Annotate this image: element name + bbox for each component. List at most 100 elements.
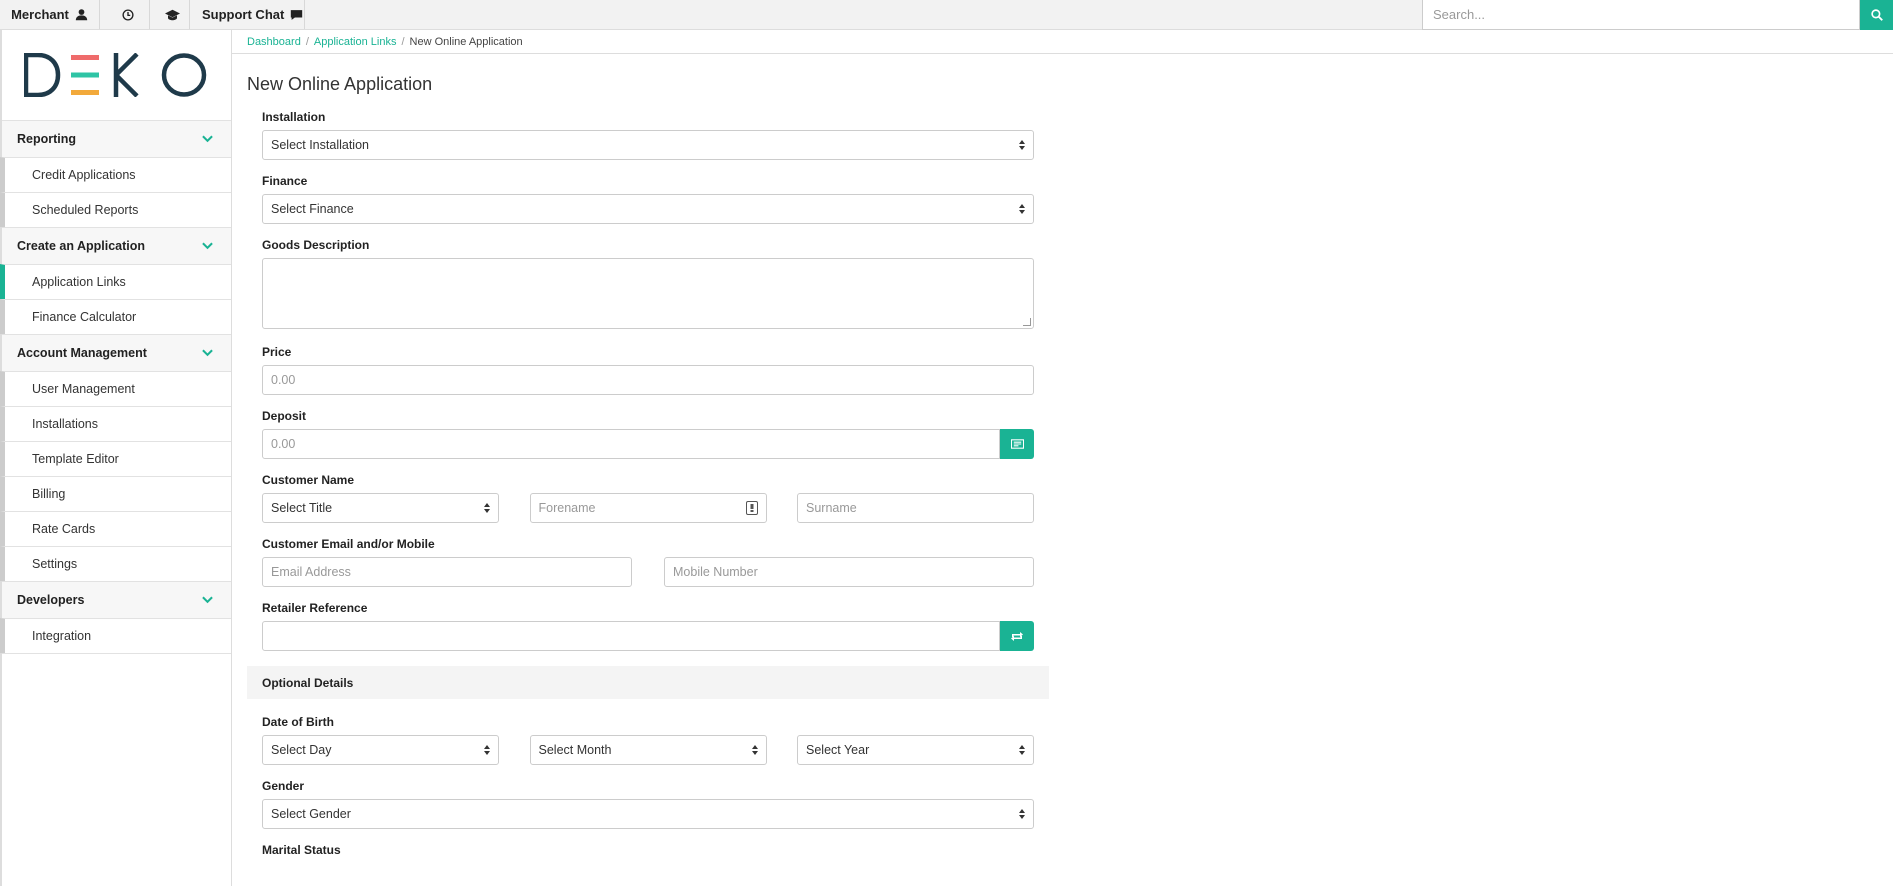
sidebar-item-credit-applications[interactable]: Credit Applications [0,157,231,192]
history-button[interactable] [100,0,150,29]
title-select-value: Select Title [271,501,333,515]
select-arrows-icon [1019,204,1025,214]
sidebar-item-finance-calculator[interactable]: Finance Calculator [0,299,231,334]
sidebar-item-user-management[interactable]: User Management [0,371,231,406]
search-button[interactable] [1860,0,1893,30]
user-icon [75,9,88,21]
chevron-down-icon [202,242,213,250]
price-placeholder: 0.00 [271,373,296,387]
price-label: Price [262,345,292,359]
sidebar-item-label: User Management [32,382,135,396]
title-select[interactable]: Select Title [262,493,499,523]
sidebar-section-developers[interactable]: Developers [2,581,231,618]
dob-month-select[interactable]: Select Month [529,735,767,765]
sidebar-item-label: Rate Cards [32,522,96,536]
select-arrows-icon [1019,140,1025,150]
sidebar-section-label: Reporting [17,132,77,146]
select-arrows-icon [1019,809,1025,819]
support-chat-button[interactable]: Support Chat [190,0,305,29]
sidebar-section-create-application[interactable]: Create an Application [2,227,231,264]
optional-details-header: Optional Details [247,666,1049,699]
chevron-down-icon [202,135,213,143]
breadcrumb-application-links[interactable]: Application Links [314,36,397,48]
goods-description-textarea[interactable] [262,258,1034,329]
deposit-label: Deposit [262,409,307,423]
sidebar-item-installations[interactable]: Installations [0,406,231,441]
select-arrows-icon [484,503,490,513]
dob-label: Date of Birth [262,715,334,729]
deposit-input[interactable]: 0.00 [262,429,1000,459]
search-icon [1870,9,1883,21]
page-title: New Online Application [247,74,433,94]
surname-input[interactable]: Surname [797,493,1034,523]
mobile-placeholder: Mobile Number [673,565,758,579]
mobile-input[interactable]: Mobile Number [664,557,1034,587]
sidebar-item-billing[interactable]: Billing [0,476,231,511]
forename-placeholder: Forename [538,501,596,515]
finance-select[interactable]: Select Finance [262,194,1034,224]
sidebar-item-label: Application Links [32,275,126,289]
select-arrows-icon [484,745,490,755]
installation-select[interactable]: Select Installation [262,130,1034,160]
customer-name-label: Customer Name [262,473,355,487]
generate-reference-button[interactable] [1000,621,1034,651]
chat-icon [291,9,303,20]
graduation-cap-icon [165,9,180,20]
deko-logo[interactable] [2,30,231,120]
retailer-reference-label: Retailer Reference [262,601,368,615]
retailer-reference-input[interactable] [262,621,1000,651]
dob-year-value: Select Year [806,743,870,757]
installation-select-value: Select Installation [271,138,369,152]
gender-select-value: Select Gender [271,807,351,821]
sidebar-item-label: Billing [32,487,66,501]
history-icon [121,8,134,21]
price-input[interactable]: 0.00 [262,365,1034,395]
select-arrows-icon [1019,745,1025,755]
sidebar-item-scheduled-reports[interactable]: Scheduled Reports [0,192,231,227]
sidebar-item-rate-cards[interactable]: Rate Cards [0,511,231,546]
top-bar: Merchant Support Chat [0,0,1893,30]
sidebar-item-template-editor[interactable]: Template Editor [0,441,231,476]
sidebar-item-label: Settings [32,557,78,571]
sidebar-item-label: Template Editor [32,452,119,466]
sidebar-item-label: Integration [32,629,92,643]
deposit-calculator-button[interactable] [1000,429,1034,459]
sidebar-item-settings[interactable]: Settings [0,546,231,581]
select-arrows-icon [751,745,758,755]
training-button[interactable] [150,0,190,29]
sidebar-section-reporting[interactable]: Reporting [2,120,231,157]
breadcrumb-dashboard[interactable]: Dashboard [247,36,301,48]
breadcrumb-separator: / [305,35,309,48]
sidebar-item-label: Finance Calculator [32,310,137,324]
refresh-icon [1011,631,1023,641]
contact-card-icon [745,501,758,515]
finance-select-value: Select Finance [271,202,354,216]
dob-day-select[interactable]: Select Day [262,735,499,765]
dob-year-select[interactable]: Select Year [797,735,1034,765]
sidebar-item-application-links[interactable]: Application Links [0,264,231,299]
forename-input[interactable]: Forename [529,493,767,523]
deko-logo-mark [24,53,207,97]
sidebar-item-label: Credit Applications [32,168,136,182]
sidebar: Reporting Credit Applications Scheduled … [0,30,232,886]
merchant-label: Merchant [11,7,69,22]
gender-select[interactable]: Select Gender [262,799,1034,829]
breadcrumb-separator: / [401,35,405,48]
email-input[interactable]: Email Address [262,557,632,587]
sidebar-item-label: Scheduled Reports [32,203,139,217]
sidebar-item-integration[interactable]: Integration [0,618,231,653]
sidebar-section-label: Developers [17,593,85,607]
merchant-menu[interactable]: Merchant [0,0,100,29]
search-input[interactable] [1422,0,1860,30]
chevron-down-icon [202,596,213,604]
support-chat-label: Support Chat [202,7,285,22]
goods-description-label: Goods Description [262,238,370,252]
breadcrumb-current: New Online Application [409,35,523,48]
sidebar-section-label: Account Management [17,346,147,360]
finance-label: Finance [262,174,308,188]
sidebar-section-account-management[interactable]: Account Management [2,334,231,371]
deposit-placeholder: 0.00 [271,437,296,451]
email-placeholder: Email Address [271,565,351,579]
dob-month-value: Select Month [538,743,612,757]
installation-label: Installation [262,110,326,124]
